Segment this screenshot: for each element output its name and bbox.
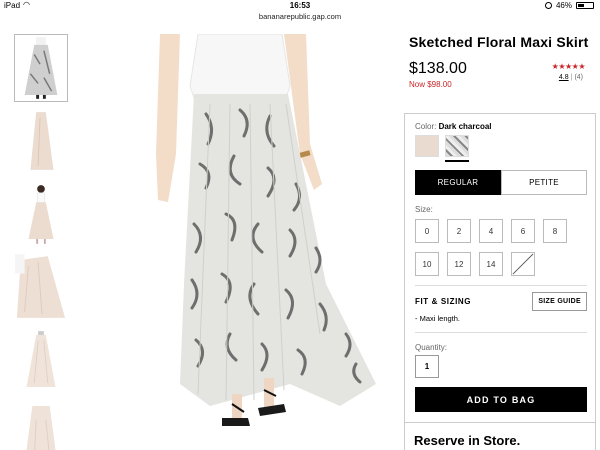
size-8-button[interactable]: 8	[543, 219, 567, 243]
product-info: Sketched Floral Maxi Skirt $138.00 ★★★★★…	[409, 34, 595, 89]
rating-separator: |	[570, 74, 573, 81]
thumbnail-image	[28, 185, 54, 244]
thumbnail-image	[30, 112, 54, 170]
price-row: $138.00 ★★★★★ 4.8 | (4)	[409, 60, 595, 81]
rating-summary[interactable]: 4.8 | (4)	[559, 74, 583, 81]
purchase-options: Color: Dark charcoal REGULAR PETITE Size…	[404, 113, 596, 450]
unavailable-slash-icon	[512, 253, 534, 275]
reserve-section: Reserve in Store.	[404, 422, 596, 450]
thumbnail-5[interactable]	[14, 326, 68, 394]
color-swatches	[415, 135, 587, 157]
status-bar: iPad ◠ 16:53 46%	[0, 0, 600, 12]
size-label: Size:	[415, 205, 433, 214]
battery-percent: 46%	[555, 1, 572, 10]
thumbnail-2[interactable]	[14, 107, 68, 175]
battery-icon	[576, 2, 594, 9]
fit-sizing-row: FIT & SIZING SIZE GUIDE	[415, 292, 587, 311]
status-time: 16:53	[289, 1, 311, 10]
rating-average[interactable]: 4.8	[559, 74, 569, 81]
size-14-button[interactable]: 14	[479, 252, 503, 276]
size-10-button[interactable]: 10	[415, 252, 439, 276]
size-grid: 0 2 4 6 8 10 12 14	[415, 219, 587, 276]
thumbnail-6[interactable]	[14, 399, 68, 450]
thumbnail-image	[26, 331, 56, 387]
quantity-input[interactable]: 1	[415, 355, 439, 378]
fit-sizing-heading: FIT & SIZING	[415, 297, 472, 306]
fit-detail: - Maxi length.	[415, 314, 461, 323]
product-photo	[156, 34, 376, 426]
size-guide-button[interactable]: SIZE GUIDE	[532, 292, 587, 311]
selected-swatch-indicator	[445, 160, 469, 162]
selected-color: Dark charcoal	[438, 122, 492, 131]
rating-count: (4)	[574, 74, 583, 81]
thumbnail-list	[14, 34, 68, 450]
size-unavailable-button	[511, 252, 535, 276]
color-label: Color:	[415, 122, 437, 131]
divider	[415, 332, 587, 333]
divider	[415, 285, 587, 286]
add-to-bag-button[interactable]: ADD TO BAG	[415, 387, 587, 412]
sale-price: Now $98.00	[409, 80, 452, 89]
rotation-lock-icon	[544, 2, 552, 9]
thumbnail-image	[15, 254, 66, 318]
size-0-button[interactable]: 0	[415, 219, 439, 243]
quantity-label: Quantity:	[415, 343, 448, 352]
thumbnail-1[interactable]	[14, 34, 68, 102]
thumbnail-image	[26, 406, 56, 450]
product-main-image[interactable]	[150, 34, 390, 450]
size-12-button[interactable]: 12	[447, 252, 471, 276]
reserve-in-store-heading[interactable]: Reserve in Store.	[414, 433, 520, 448]
url-bar[interactable]: bananarepublic.gap.com	[0, 12, 600, 24]
color-swatch-blush[interactable]	[415, 135, 439, 157]
original-price: $138.00	[409, 60, 467, 77]
rating-stars-icon[interactable]: ★★★★★	[552, 62, 586, 71]
fit-toggle: REGULAR PETITE	[415, 170, 587, 195]
size-2-button[interactable]: 2	[447, 219, 471, 243]
thumbnail-image	[24, 37, 58, 99]
size-4-button[interactable]: 4	[479, 219, 503, 243]
product-title: Sketched Floral Maxi Skirt	[409, 34, 589, 50]
thumbnail-4[interactable]	[14, 253, 68, 321]
fit-petite-button[interactable]: PETITE	[501, 170, 587, 195]
fit-regular-button[interactable]: REGULAR	[415, 170, 501, 195]
color-swatch-dark-charcoal[interactable]	[445, 135, 469, 157]
color-label-row: Color: Dark charcoal	[415, 122, 587, 131]
size-6-button[interactable]: 6	[511, 219, 535, 243]
thumbnail-3[interactable]	[14, 180, 68, 248]
